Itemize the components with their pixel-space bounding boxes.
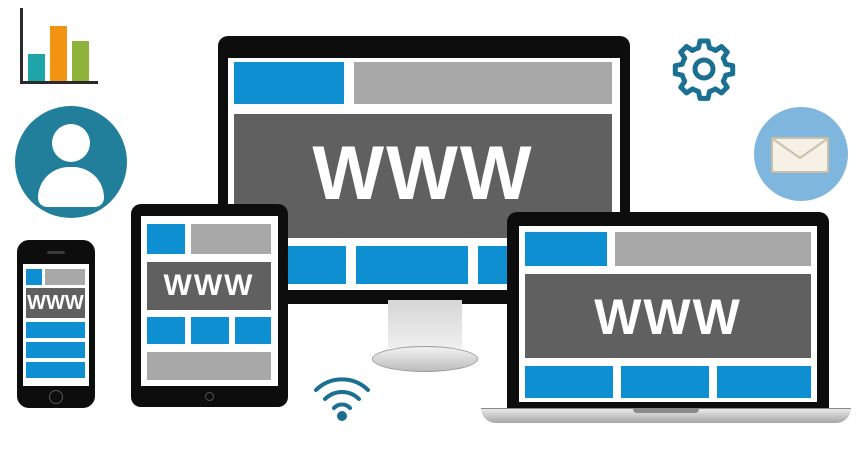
user-icon-body <box>38 167 104 207</box>
mail-icon <box>754 107 848 201</box>
tablet-www-text: WWW <box>163 269 255 302</box>
laptop-footer-block-3 <box>717 366 811 398</box>
bar-chart-icon <box>20 8 100 84</box>
phone-row-2 <box>26 342 85 358</box>
monitor-stand-neck <box>388 300 462 348</box>
envelope <box>771 137 829 173</box>
laptop-base-notch <box>633 409 699 413</box>
phone-content-block: WWW <box>26 288 85 318</box>
laptop-footer-block-2 <box>621 366 709 398</box>
user-icon <box>15 106 127 218</box>
monitor-stand <box>372 300 478 372</box>
phone-row-3 <box>26 362 85 378</box>
tablet-footer-block-3 <box>235 317 271 344</box>
laptop-base <box>481 408 851 423</box>
laptop-header-block <box>525 232 607 266</box>
tablet-home-button <box>205 392 214 401</box>
tablet-footer-block-1 <box>147 317 185 344</box>
smartphone: WWW <box>17 240 95 408</box>
phone-speaker <box>47 251 65 254</box>
phone-header-block <box>26 269 42 285</box>
tablet-nav-block <box>191 224 271 254</box>
tablet-content-block: WWW <box>147 262 271 310</box>
tablet: WWW <box>131 204 288 407</box>
chart-axis-y <box>20 8 23 82</box>
monitor-header-block <box>234 62 344 104</box>
monitor-stand-foot <box>372 346 478 372</box>
tablet-bottom-block <box>147 352 271 380</box>
laptop-footer-block-1 <box>525 366 613 398</box>
wifi-icon <box>310 372 374 424</box>
tablet-footer-block-2 <box>191 317 229 344</box>
phone-www-text: WWW <box>27 292 84 314</box>
tablet-screen: WWW <box>141 216 278 386</box>
tablet-header-block <box>147 224 185 254</box>
chart-bar-orange <box>50 26 67 81</box>
phone-nav-block <box>45 269 85 285</box>
monitor-footer-block-2 <box>356 246 468 284</box>
laptop-content-block: WWW <box>525 274 811 358</box>
laptop: WWW <box>507 212 829 410</box>
chart-bar-teal <box>28 54 45 81</box>
gear-icon <box>672 37 736 101</box>
laptop-screen: WWW <box>519 226 817 402</box>
laptop-nav-block <box>615 232 811 266</box>
chart-axis-x <box>20 81 98 84</box>
phone-row-1 <box>26 322 85 338</box>
phone-home-button <box>49 390 63 404</box>
monitor-nav-block <box>354 62 612 104</box>
laptop-www-text: WWW <box>594 289 742 345</box>
chart-bar-green <box>72 41 89 81</box>
phone-screen: WWW <box>23 264 89 386</box>
user-icon-head <box>52 124 90 162</box>
monitor-www-text: WWW <box>312 131 534 216</box>
